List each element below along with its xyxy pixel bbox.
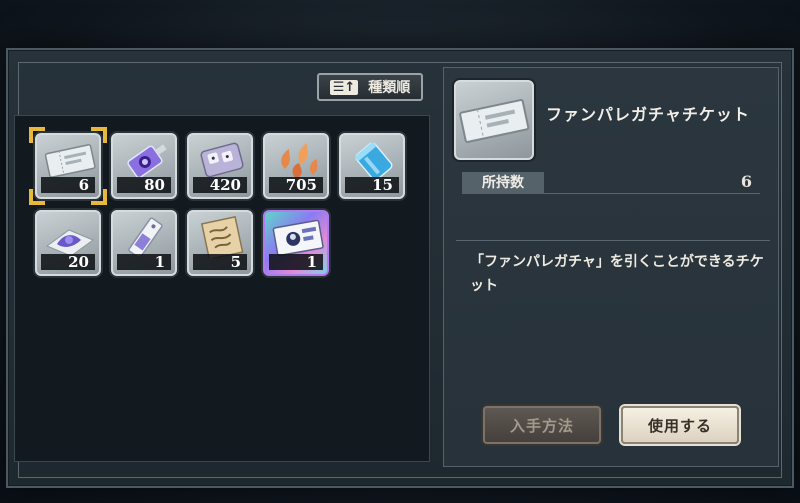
item-count: 420 <box>193 177 247 193</box>
purple-powder-icon <box>45 229 95 257</box>
item-ticket[interactable]: 6 <box>35 133 101 199</box>
item-count: 6 <box>41 177 95 193</box>
item-blue-canister[interactable]: 15 <box>339 133 405 199</box>
item-rainbow-ticket[interactable]: 1 <box>263 210 329 276</box>
item-bookmark[interactable]: 1 <box>111 210 177 276</box>
item-count: 15 <box>345 177 399 193</box>
item-purple-key[interactable]: 80 <box>111 133 177 199</box>
item-count: 1 <box>269 254 323 270</box>
item-count: 80 <box>117 177 171 193</box>
purple-key-icon <box>127 144 167 179</box>
item-name: ファンパレガチャチケット <box>546 105 750 124</box>
sort-icon: ☰↑ <box>329 79 359 95</box>
sort-button-label: 種類順 <box>368 80 411 96</box>
owned-count-row: 所持数 6 <box>462 172 760 194</box>
flame-petal-icon <box>281 143 318 179</box>
dice-box-icon <box>200 142 244 178</box>
how-to-obtain-button[interactable]: 入手方法 <box>483 406 601 444</box>
item-dice-box[interactable]: 420 <box>187 133 253 199</box>
item-count: 1 <box>117 254 171 270</box>
owned-value: 6 <box>740 172 752 191</box>
ticket-icon <box>44 144 96 178</box>
parchment-icon <box>200 216 244 258</box>
item-description: 「ファンパレガチャ」を引くことができるチケット <box>470 254 764 294</box>
item-count: 20 <box>41 254 95 270</box>
item-count: 5 <box>193 254 247 270</box>
use-button[interactable]: 使用する <box>621 406 739 444</box>
item-parchment[interactable]: 5 <box>187 210 253 276</box>
item-purple-powder[interactable]: 20 <box>35 210 101 276</box>
sort-button[interactable]: ☰↑ 種類順 <box>317 73 423 101</box>
blue-canister-icon <box>355 142 393 181</box>
detail-item-icon <box>454 80 534 160</box>
ticket-icon <box>459 99 530 143</box>
item-count: 705 <box>269 177 323 193</box>
rainbow-ticket-icon <box>272 219 324 257</box>
bookmark-icon <box>128 217 163 258</box>
owned-label: 所持数 <box>462 172 544 194</box>
divider <box>456 240 770 241</box>
item-flame-petal[interactable]: 705 <box>263 133 329 199</box>
